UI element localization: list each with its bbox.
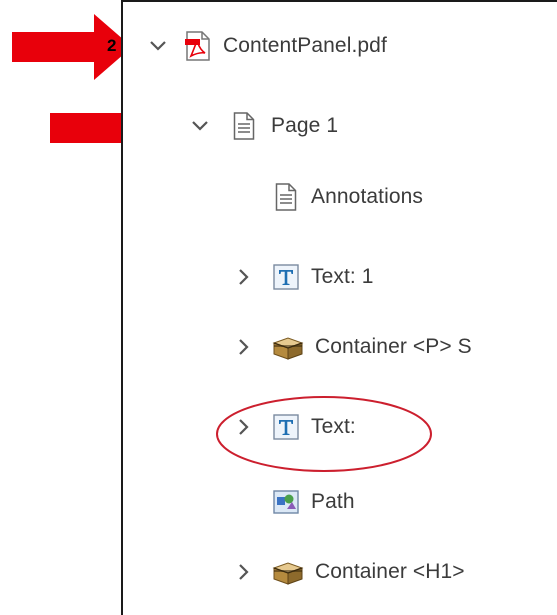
tree-item-container-h1-label: Container <H1> (315, 560, 465, 583)
path-icon (273, 490, 299, 514)
chevron-right-icon[interactable] (233, 336, 255, 358)
tree-item-page-label: Page 1 (271, 114, 339, 137)
tree-item-container-h1[interactable]: Container <H1> (123, 552, 557, 592)
tree-item-path[interactable]: Path (123, 482, 557, 522)
chevron-right-icon[interactable] (233, 266, 255, 288)
tree-item-annotations[interactable]: Annotations (123, 177, 557, 217)
tree-item-file-label: ContentPanel.pdf (223, 34, 387, 57)
chevron-right-icon[interactable] (233, 561, 255, 583)
tree-item-annotations-label: Annotations (311, 185, 424, 208)
content-panel-tree: ContentPanel.pdf Page 1 Annotations Text… (121, 0, 557, 615)
callout-number-2: 2 (107, 36, 117, 55)
page-icon (233, 112, 255, 140)
container-box-icon (272, 337, 304, 360)
highlight-ellipse (216, 396, 432, 472)
tree-item-text-1-label: Text: 1 (311, 265, 374, 288)
tree-item-container-p-label: Container <P> S (315, 335, 472, 358)
container-box-icon (272, 562, 304, 585)
tree-item-file[interactable]: ContentPanel.pdf (123, 26, 557, 66)
tree-item-container-p[interactable]: Container <P> S (123, 327, 557, 367)
text-icon (273, 264, 299, 290)
tree-item-text-1[interactable]: Text: 1 (123, 257, 557, 297)
tree-item-page[interactable]: Page 1 (123, 106, 557, 146)
pdf-file-icon (185, 31, 210, 61)
page-icon (275, 183, 297, 211)
callout-arrow-2: 2 (12, 14, 132, 80)
chevron-down-icon[interactable] (189, 115, 211, 137)
tree-item-path-label: Path (311, 490, 355, 513)
chevron-down-icon[interactable] (147, 35, 169, 57)
